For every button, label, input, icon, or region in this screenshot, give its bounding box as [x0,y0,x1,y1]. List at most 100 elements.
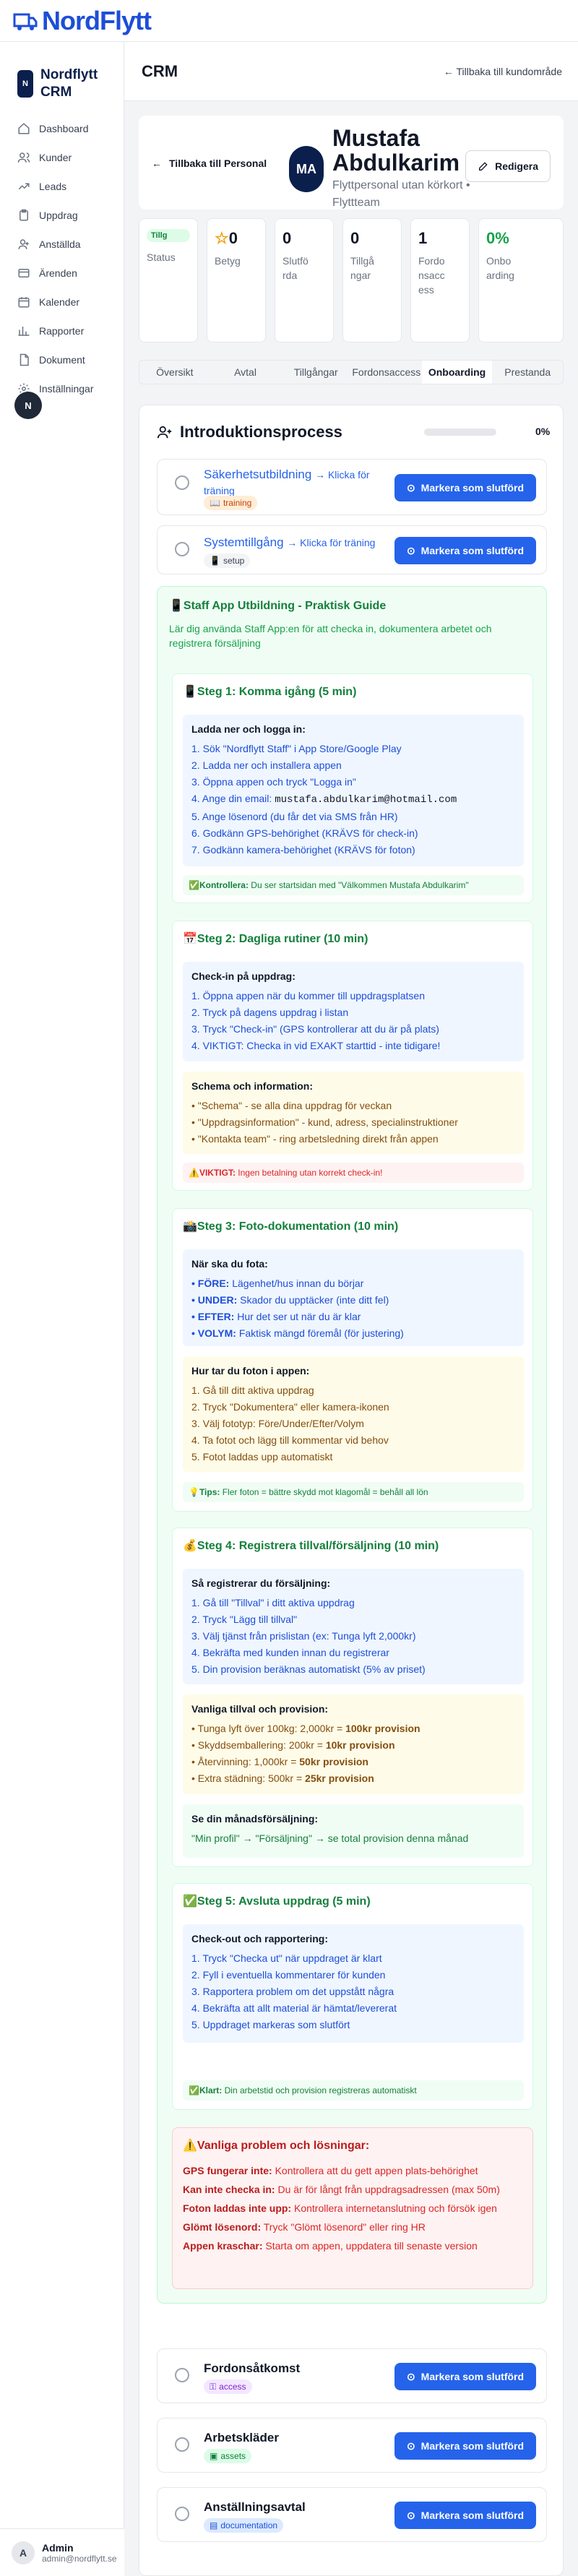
step-note: ✅Klart: Din arbetstid och provision regi… [183,2080,524,2101]
clock-icon [175,475,189,490]
box-heading: Check-in på uppdrag: [191,970,296,982]
task-badge: ⚿ access [204,2379,252,2394]
mark-complete-label: Markera som slutförd [420,482,525,494]
task-title[interactable]: Säkerhetsutbildning → Klicka för träning [204,467,377,499]
sidebar-item-label: Uppdrag [39,210,78,221]
tip-text: Fler foton = bättre skydd mot klagomål =… [220,1487,428,1497]
tab-onboarding[interactable]: Onboarding [421,361,493,384]
task-title: Arbetskläder [204,2431,279,2444]
avatar: A [12,2541,35,2564]
step-title: 📸Steg 3: Foto-dokumentation (10 min) [183,1220,399,1233]
task-safety-training: Säkerhetsutbildning → Klicka för träning… [157,459,547,515]
floating-badge-button[interactable]: N [14,392,42,419]
brand-badge: N [17,70,33,98]
training-link[interactable]: → Klicka för träning [287,537,375,548]
stat-card-assets: 0 Tillgångar [342,218,402,343]
task-badge-label: documentation [220,2520,278,2530]
mark-complete-button[interactable]: ⊙ Markera som slutförd [394,537,536,564]
sidebar-item-label: Kalender [39,296,80,308]
stat-label: Onboarding [486,255,514,281]
back-to-customer-link[interactable]: ← Tillbaka till kundområde [444,66,562,77]
mark-complete-button[interactable]: ⊙ Markera som slutförd [394,2363,536,2390]
step-note: ✅Kontrollera: Du ser startsidan med "Väl… [183,875,524,895]
mark-complete-button[interactable]: ⊙ Markera som slutförd [394,2502,536,2529]
check-circle-icon: ⊙ [406,544,415,556]
edit-label: Redigera [495,160,538,172]
box-heading: Hur tar du foton i appen: [191,1365,310,1377]
problem-text: Tryck "Glömt lösenord" eller ring HR [261,2221,426,2233]
tab-prestanda[interactable]: Prestanda [492,361,563,384]
problem-key: Appen kraschar: [183,2240,263,2252]
brand-name: Nordflytt CRM [40,67,98,100]
box-heading: När ska du fota: [191,1258,268,1270]
task-title[interactable]: Systemtillgång → Klicka för träning [204,535,406,551]
sidebar-item-dashboard[interactable]: Dashboard [0,114,124,143]
sidebar-item-arenden[interactable]: Ärenden [0,259,124,288]
sidebar-item-leads[interactable]: Leads [0,172,124,201]
check-circle-icon: ⊙ [406,2509,415,2521]
sidebar-item-uppdrag[interactable]: Uppdrag [0,201,124,230]
stat-label: Betyg [215,255,241,267]
onboarding-title-text: Introduktionsprocess [180,423,342,441]
list-item: 7. Godkänn kamera-behörighet (KRÄVS för … [191,844,415,856]
sidebar-item-kunder[interactable]: Kunder [0,143,124,172]
item-text: Skador du upptäcker (inte ditt fel) [237,1294,389,1306]
sidebar-item-kalender[interactable]: Kalender [0,288,124,316]
problem-item: GPS fungerar inte: Kontrollera att du ge… [183,2161,522,2180]
stat-value-text: 0 [228,229,238,247]
sidebar-item-anstallda[interactable]: Anställda [0,230,124,259]
note-label: ✅Klart: [189,2085,223,2095]
tip-label: 💡Tips: [189,1487,220,1497]
list-item: 3. Öppna appen och tryck "Logga in" [191,776,356,788]
list-item: 4. Bekräfta att allt material är hämtat/… [191,2002,397,2014]
mark-complete-button[interactable]: ⊙ Markera som slutförd [394,2432,536,2460]
list-item: • "Uppdragsinformation" - kund, adress, … [191,1116,458,1128]
back-to-staff-button[interactable]: ← Tillbaka till Personal [152,158,267,169]
tab-fordonsaccess[interactable]: Fordonsaccess [351,361,422,384]
logo[interactable]: NordFlytt [13,6,152,36]
list-item: 1. Öppna appen när du kommer till uppdra… [191,990,425,1001]
problem-item: Kan inte checka in: Du är för långt från… [183,2180,522,2199]
progress-label: 0% [535,426,551,437]
sidebar: N Nordflytt CRM Dashboard Kunder Leads U… [0,42,124,2576]
chart-icon [18,327,30,336]
user-profile[interactable]: A Admin admin@nordflytt.se [0,2528,124,2576]
tab-avtal[interactable]: Avtal [210,361,281,384]
users-icon [17,152,30,163]
problem-text: Starta om appen, uppdatera till senaste … [262,2240,478,2252]
item-key: • FÖRE: [191,1278,230,1289]
tab-tillgangar[interactable]: Tillgångar [280,361,351,384]
top-bar: NordFlytt [0,0,578,42]
list-item: "Min profil" → "Försäljning" → se total … [191,1832,469,1844]
edit-button[interactable]: Redigera [465,150,551,182]
step-box: Ladda ner och logga in: 1. Sök "Nordflyt… [183,715,524,866]
employee-name: Mustafa Abdulkarim [332,125,460,176]
list-item: • "Kontakta team" - ring arbetsledning d… [191,1133,439,1145]
commission-value: 25kr provision [305,1772,374,1784]
list-item: 4. VIKTIGT: Checka in vid EXAKT starttid… [191,1040,441,1051]
document-icon: ▤ [210,2520,218,2530]
problem-text: Du är för långt från uppdragsadressen (m… [275,2184,500,2195]
task-badge-label: setup [223,556,245,566]
step-title: ✅Steg 5: Avsluta uppdrag (5 min) [183,1895,371,1908]
tab-oversikt[interactable]: Översikt [139,361,210,384]
box-icon: ▣ [210,2451,218,2461]
list-item: • EFTER: Hur det ser ut när du är klar [191,1309,515,1325]
user-icon [18,239,29,249]
sidebar-item-dokument[interactable]: Dokument [0,345,124,374]
sidebar-item-label: Dokument [39,354,85,366]
list-item: 2. Fyll i eventuella kommentarer för kun… [191,1969,386,1981]
star-icon: ☆ [215,229,229,247]
sidebar-item-rapporter[interactable]: Rapporter [0,316,124,345]
list-item: 1. Gå till "Tillval" i ditt aktiva uppdr… [191,1597,355,1608]
step-box: Hur tar du foton i appen: 1. Gå till dit… [183,1356,524,1472]
task-badge: ▣ assets [204,2449,252,2463]
email-value: mustafa.abdulkarim@hotmail.com [275,794,457,806]
page-title: CRM [142,61,178,80]
step-title: 📱Steg 1: Komma igång (5 min) [183,686,357,698]
step-box: Så registrerar du försäljning: 1. Gå til… [183,1569,524,1684]
problem-item: Glömt lösenord: Tryck "Glömt lösenord" e… [183,2218,522,2236]
item-key: • VOLYM: [191,1327,236,1339]
mark-complete-button[interactable]: ⊙ Markera som slutförd [394,474,536,501]
ticket-icon [18,269,30,277]
